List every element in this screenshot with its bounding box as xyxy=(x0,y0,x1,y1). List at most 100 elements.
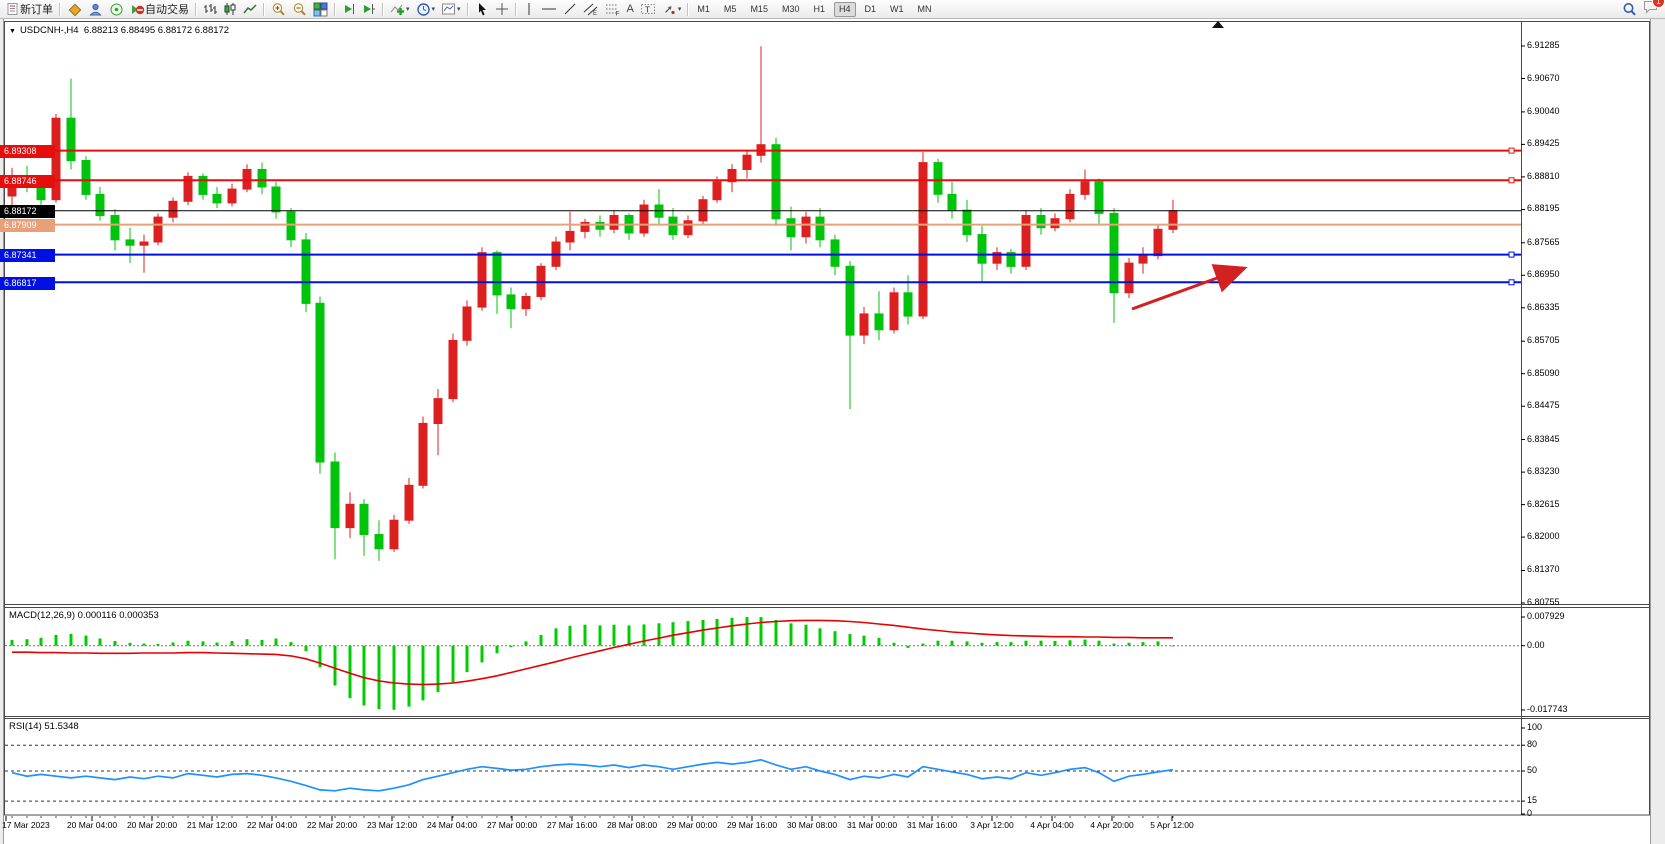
timeframe-button-M15[interactable]: M15 xyxy=(745,2,773,17)
macd-histogram-bar xyxy=(760,617,763,646)
timeframe-button-H4[interactable]: H4 xyxy=(834,2,856,17)
metaeditor-button[interactable] xyxy=(64,1,85,18)
vertical-line-button[interactable] xyxy=(520,1,538,18)
macd-histogram-bar xyxy=(70,634,73,646)
candle-body xyxy=(228,189,236,203)
zoom-in-button[interactable] xyxy=(268,1,289,18)
candle-body xyxy=(743,155,751,169)
macd-histogram-bar xyxy=(981,643,984,646)
horizontal-line-button[interactable] xyxy=(538,1,560,18)
macd-histogram-bar xyxy=(216,643,219,646)
candle-body xyxy=(1095,182,1103,214)
timeframe-button-D1[interactable]: D1 xyxy=(860,2,882,17)
zoom-out-button[interactable] xyxy=(289,1,310,18)
macd-histogram-bar xyxy=(334,646,337,686)
line-handle[interactable] xyxy=(1509,280,1514,285)
line-handle[interactable] xyxy=(1509,252,1514,257)
chart-title-bar: ▼USDCNH-,H4 6.88213 6.88495 6.88172 6.88… xyxy=(9,25,229,36)
search-icon[interactable] xyxy=(1622,2,1637,17)
macd-histogram-bar xyxy=(11,640,14,646)
new-order-button[interactable]: 新订单 xyxy=(3,1,56,18)
macd-histogram-bar xyxy=(1113,644,1116,646)
toolbar-separator xyxy=(195,3,197,16)
chart-canvas[interactable] xyxy=(0,0,1665,844)
line-chart-button[interactable] xyxy=(240,1,260,18)
new-order-label: 新订单 xyxy=(20,1,53,17)
auto-scroll-icon xyxy=(342,2,356,16)
trend-arrow-annotation[interactable] xyxy=(1132,269,1242,309)
candle-body xyxy=(52,118,60,200)
text-label-button[interactable]: T xyxy=(637,1,659,18)
chart-shift-button[interactable] xyxy=(359,1,379,18)
trendline-button[interactable] xyxy=(560,1,580,18)
crosshair-button[interactable] xyxy=(492,1,512,18)
timeframe-button-M1[interactable]: M1 xyxy=(692,2,715,17)
signal-button[interactable] xyxy=(106,1,127,18)
candle-body xyxy=(390,520,398,549)
chart-shift-icon xyxy=(362,2,376,16)
candlestick-chart-icon xyxy=(223,2,237,16)
timeframe-button-W1[interactable]: W1 xyxy=(885,2,909,17)
timeframe-button-M5[interactable]: M5 xyxy=(719,2,742,17)
tile-windows-button[interactable] xyxy=(310,1,331,18)
timeframe-button-MN[interactable]: MN xyxy=(913,2,937,17)
auto-trading-icon xyxy=(130,2,145,17)
template-icon xyxy=(441,2,456,17)
macd-histogram-bar xyxy=(1054,641,1057,646)
candle-body xyxy=(258,170,266,188)
cursor-button[interactable] xyxy=(472,1,492,18)
svg-text:E: E xyxy=(593,11,597,16)
candle-body xyxy=(1125,263,1133,293)
toolbar-separator xyxy=(334,3,336,16)
macd-histogram-bar xyxy=(290,642,293,646)
macd-histogram-bar xyxy=(907,646,910,648)
chart-menu-toggle-icon[interactable]: ▼ xyxy=(9,28,16,35)
macd-histogram-bar xyxy=(951,641,954,646)
auto-trading-button[interactable]: 自动交易 xyxy=(127,1,192,18)
macd-histogram-bar xyxy=(363,646,366,706)
macd-histogram-bar xyxy=(1084,640,1087,646)
candle-body xyxy=(67,118,75,160)
candle-body xyxy=(419,423,427,485)
text-label-icon: T xyxy=(640,2,656,16)
line-handle[interactable] xyxy=(5,252,10,257)
indicators-button[interactable]: ▾ xyxy=(387,1,413,18)
arrow-shapes-icon xyxy=(662,2,677,16)
macd-histogram-bar xyxy=(1040,641,1043,646)
macd-histogram-bar xyxy=(452,646,455,683)
text-button[interactable]: A xyxy=(624,1,637,18)
macd-histogram-bar xyxy=(731,618,734,646)
macd-indicator-label: MACD(12,26,9) 0.000116 0.000353 xyxy=(9,610,159,621)
macd-histogram-bar xyxy=(1010,642,1013,646)
fibonacci-button[interactable]: F xyxy=(602,1,624,18)
rsi-value: 51.5348 xyxy=(44,721,78,732)
bar-chart-button[interactable] xyxy=(200,1,220,18)
macd-histogram-bar xyxy=(1025,641,1028,646)
macd-histogram-bar xyxy=(378,646,381,709)
chart-shift-marker[interactable] xyxy=(1212,21,1224,28)
line-handle[interactable] xyxy=(1509,178,1514,183)
candle-body xyxy=(213,194,221,203)
periods-button[interactable]: ▾ xyxy=(413,1,439,18)
candle-body xyxy=(610,216,618,230)
timeframe-button-M30[interactable]: M30 xyxy=(777,2,805,17)
line-handle[interactable] xyxy=(5,280,10,285)
auto-scroll-button[interactable] xyxy=(339,1,359,18)
macd-histogram-bar xyxy=(790,623,793,646)
macd-histogram-bar xyxy=(1172,645,1175,646)
arrows-button[interactable]: ▾ xyxy=(659,1,685,18)
candlestick-chart-button[interactable] xyxy=(220,1,240,18)
timeframe-button-H1[interactable]: H1 xyxy=(808,2,830,17)
profile-button[interactable] xyxy=(85,1,106,18)
candle-body xyxy=(948,194,956,210)
candle-body xyxy=(1169,211,1177,230)
macd-histogram-bar xyxy=(966,641,969,645)
line-handle[interactable] xyxy=(1509,148,1514,153)
macd-histogram-bar xyxy=(40,638,43,646)
candle-body xyxy=(23,176,31,187)
notifications-button[interactable]: 1 xyxy=(1643,0,1659,19)
templates-button[interactable]: ▾ xyxy=(438,1,464,18)
candle-body xyxy=(1051,219,1059,228)
channel-button[interactable]: E xyxy=(580,1,602,18)
candle-body xyxy=(96,194,104,215)
